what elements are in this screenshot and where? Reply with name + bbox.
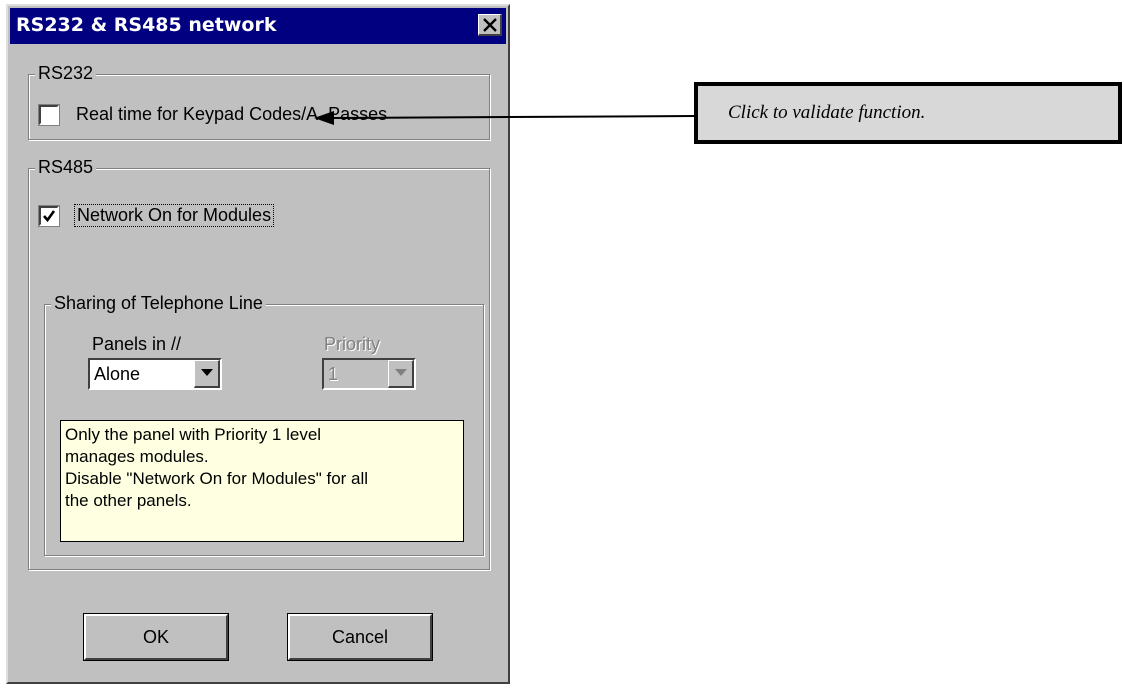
callout-box: Click to validate function. — [694, 82, 1122, 144]
callout-text: Click to validate function. — [728, 102, 926, 123]
